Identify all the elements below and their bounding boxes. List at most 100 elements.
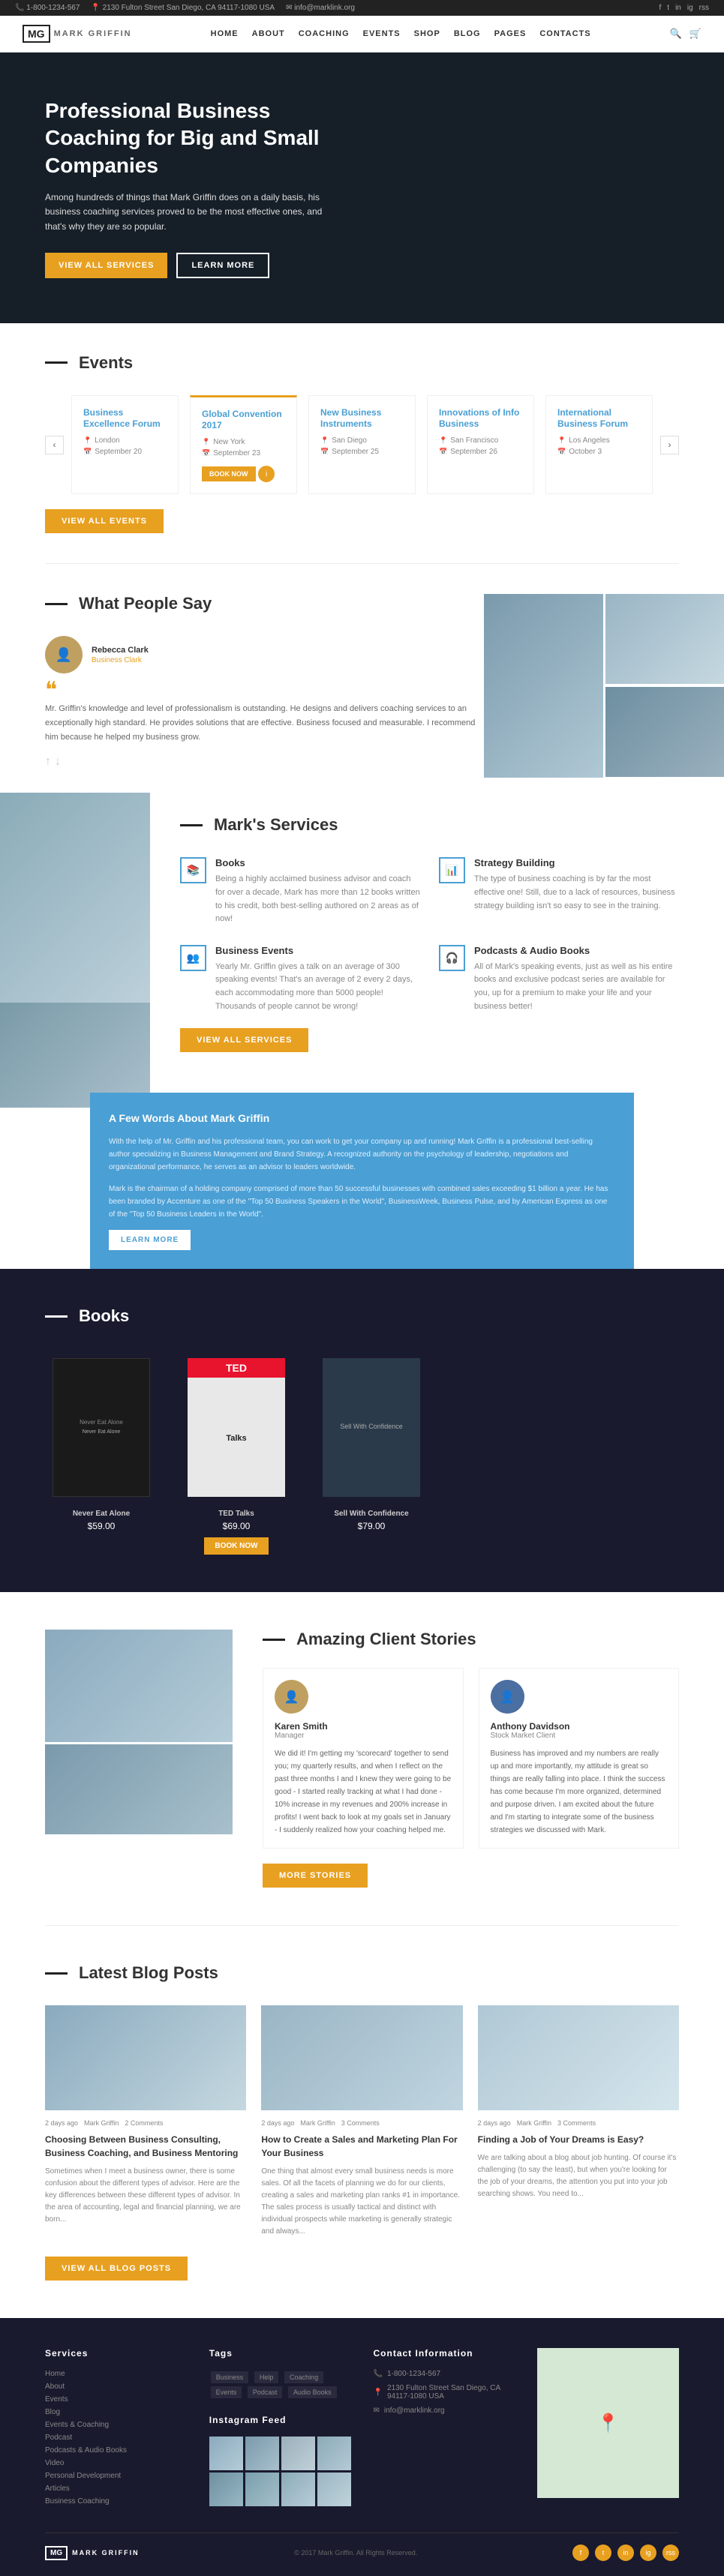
twitter-social-icon[interactable]: t	[595, 2545, 611, 2561]
facebook-social-icon[interactable]: f	[572, 2545, 589, 2561]
more-stories-button[interactable]: MORE STORIES	[263, 1864, 368, 1888]
book-title: Never Eat Alone	[45, 1510, 158, 1518]
register-icon: i	[258, 466, 275, 482]
footer-link[interactable]: Video	[45, 2459, 187, 2467]
nav-shop[interactable]: SHOP	[414, 29, 440, 38]
hero-buttons: VIEW ALL SERVICES LEARN MORE	[45, 253, 345, 278]
nav-events[interactable]: EVENTS	[363, 29, 401, 38]
rss-social-icon[interactable]: rss	[662, 2545, 679, 2561]
nav-contacts[interactable]: CONTACTS	[539, 29, 590, 38]
nav-blog[interactable]: BLOG	[454, 29, 481, 38]
blog-author: Mark Griffin	[300, 2119, 335, 2127]
learn-more-button[interactable]: LEARN MORE	[176, 253, 269, 278]
testimonial-photo	[605, 594, 724, 684]
address-icon: 📍	[374, 2389, 383, 2397]
client-cards: 👤 Karen Smith Manager We did it! I'm get…	[263, 1668, 679, 1849]
testimonial-prev[interactable]: ↑	[45, 755, 51, 769]
ted-logo: TED	[188, 1358, 285, 1378]
footer-tag[interactable]: Events	[211, 2386, 242, 2398]
view-all-services-button[interactable]: VIEW ALL SERVICES	[45, 253, 167, 278]
instagram-image	[281, 2437, 315, 2470]
footer-link[interactable]: Business Coaching	[45, 2497, 187, 2506]
footer-link[interactable]: About	[45, 2383, 187, 2391]
book-buy-button[interactable]: BOOK NOW	[204, 1537, 268, 1555]
calendar-icon: 📅	[83, 448, 92, 456]
blog-card-title[interactable]: Choosing Between Business Consulting, Bu…	[45, 2133, 246, 2160]
instagram-icon[interactable]: ig	[687, 4, 693, 12]
footer-link[interactable]: Home	[45, 2370, 187, 2378]
footer-tag[interactable]: Help	[254, 2371, 279, 2383]
nav-coaching[interactable]: COACHING	[299, 29, 350, 38]
footer-link[interactable]: Events	[45, 2395, 187, 2404]
linkedin-social-icon[interactable]: in	[617, 2545, 634, 2561]
sell-book-text: Sell With Confidence	[340, 1422, 403, 1432]
event-card: New Business Instruments 📍San Diego 📅Sep…	[308, 395, 416, 495]
client-role: Stock Market Client	[491, 1732, 668, 1740]
rss-icon[interactable]: rss	[699, 4, 709, 12]
cart-icon[interactable]: 🛒	[689, 28, 701, 40]
footer-contact-col: Contact Information 📞 1-800-1234-567 📍 2…	[374, 2348, 515, 2510]
footer-bottom: MG MARK GRIFFIN © 2017 Mark Griffin. All…	[45, 2533, 679, 2561]
nav-about[interactable]: ABOUT	[252, 29, 285, 38]
blog-card-title[interactable]: How to Create a Sales and Marketing Plan…	[261, 2133, 462, 2160]
footer-copyright: © 2017 Mark Griffin. All Rights Reserved…	[294, 2549, 417, 2557]
logo-name: MARK GRIFFIN	[54, 29, 132, 38]
view-all-events-wrapper: VIEW ALL EVENTS	[45, 494, 679, 533]
instagram-social-icon[interactable]: ig	[640, 2545, 656, 2561]
footer-tag[interactable]: Business	[211, 2371, 249, 2383]
book-cover: Sell With Confidence	[315, 1352, 428, 1502]
footer-social-icons: f t in ig rss	[572, 2545, 679, 2561]
testimonial-section: What People Say 👤 Rebecca Clark Business…	[0, 594, 484, 778]
footer-link[interactable]: Personal Development	[45, 2472, 187, 2480]
blog-comments: 3 Comments	[341, 2119, 380, 2127]
testimonial-person: 👤 Rebecca Clark Business Clark	[45, 636, 484, 673]
location-icon: 📍	[83, 436, 92, 445]
footer-link[interactable]: Podcast	[45, 2434, 187, 2442]
footer-tag[interactable]: Audio Books	[288, 2386, 337, 2398]
events-next-arrow[interactable]: ›	[660, 436, 679, 454]
calendar-icon: 📅	[320, 448, 329, 456]
book-now-button[interactable]: BOOK NOW	[202, 466, 256, 481]
facebook-icon[interactable]: f	[659, 4, 662, 12]
blog-grid: 2 days ago Mark Griffin 2 Comments Choos…	[45, 2005, 679, 2238]
footer-link[interactable]: Blog	[45, 2408, 187, 2416]
event-card: International Business Forum 📍Los Angele…	[545, 395, 653, 495]
location-icon: 📍	[557, 436, 566, 445]
footer-email: ✉ info@marklink.org	[374, 2407, 515, 2415]
footer-link[interactable]: Events & Coaching	[45, 2421, 187, 2429]
book-price: $59.00	[45, 1521, 158, 1531]
blog-card-title[interactable]: Finding a Job of Your Dreams is Easy?	[478, 2133, 679, 2146]
view-all-blog-button[interactable]: VIEW ALL BLOG POSTS	[45, 2257, 188, 2281]
testimonial-next[interactable]: ↓	[55, 755, 61, 769]
view-all-events-button[interactable]: VIEW ALL EVENTS	[45, 509, 164, 533]
quote-icon: ❝	[45, 685, 484, 696]
testimonial-photo	[484, 594, 603, 778]
about-learn-more-button[interactable]: LEARN MORE	[109, 1230, 191, 1250]
view-all-services-button[interactable]: VIEW ALL SERVICES	[180, 1028, 308, 1052]
footer-tags-container: Business Help Coaching Events Podcast Au…	[209, 2370, 351, 2400]
search-icon[interactable]: 🔍	[670, 28, 682, 40]
hero-section: Professional Business Coaching for Big a…	[0, 52, 724, 323]
view-all-blog-wrapper: VIEW ALL BLOG POSTS	[45, 2238, 679, 2281]
events-title: Events	[45, 353, 679, 373]
event-card: Business Excellence Forum 📍London 📅Septe…	[71, 395, 179, 495]
instagram-grid	[209, 2437, 351, 2506]
top-bar-social: f t in ig rss	[659, 4, 710, 12]
linkedin-icon[interactable]: in	[675, 4, 681, 12]
client-name: Anthony Davidson	[491, 1721, 668, 1732]
testimonial-text: Mr. Griffin's knowledge and level of pro…	[45, 702, 484, 744]
location-icon: 📍	[202, 438, 210, 446]
footer-link[interactable]: Articles	[45, 2485, 187, 2493]
service-desc: Being a highly acclaimed business adviso…	[215, 873, 420, 925]
event-title: New Business Instruments	[320, 407, 404, 430]
blog-comments: 3 Comments	[557, 2119, 596, 2127]
nav-home[interactable]: HOME	[211, 29, 239, 38]
twitter-icon[interactable]: t	[667, 4, 669, 12]
events-prev-arrow[interactable]: ‹	[45, 436, 64, 454]
service-item: 🎧 Podcasts & Audio Books All of Mark's s…	[439, 945, 679, 1013]
story-image-top	[45, 1630, 233, 1742]
footer-link[interactable]: Podcasts & Audio Books	[45, 2446, 187, 2455]
nav-pages[interactable]: PAGES	[494, 29, 527, 38]
footer-tag[interactable]: Coaching	[284, 2371, 323, 2383]
footer-tag[interactable]: Podcast	[248, 2386, 283, 2398]
